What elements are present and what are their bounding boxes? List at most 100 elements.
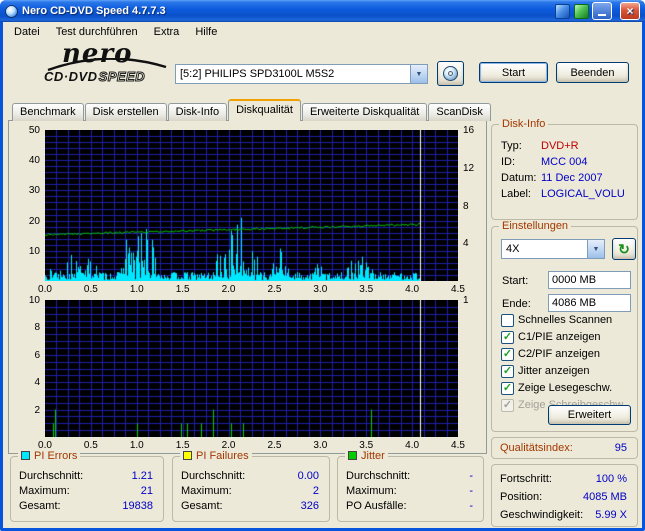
- axis-tick: 16: [463, 125, 475, 136]
- stat-value: 0.00: [297, 470, 319, 482]
- checkbox-c2-pif-anzeigen[interactable]: C2/PIF anzeigen: [501, 347, 600, 361]
- chevron-down-icon[interactable]: ▼: [410, 65, 427, 83]
- checkbox-icon: [501, 398, 514, 412]
- axis-tick: 4: [463, 238, 469, 250]
- axis-tick: 4.0: [405, 440, 420, 451]
- start-field[interactable]: 0000 MB: [548, 271, 631, 289]
- end-field[interactable]: 4086 MB: [548, 294, 631, 312]
- tab-disk-erstellen[interactable]: Disk erstellen: [84, 103, 167, 121]
- progress-box: Fortschritt: 100 % Position: 4085 MB Gesch…: [491, 464, 638, 527]
- drive-select[interactable]: [5:2] PHILIPS SPD3100L M5S2 ▼: [175, 64, 428, 84]
- pi-errors-box: PI Errors Durchschnitt: 1.21 Maximum: 21 G…: [10, 450, 164, 522]
- menu-hilfe[interactable]: Hilfe: [187, 24, 225, 40]
- stat-value: 326: [300, 500, 319, 512]
- checkbox-icon: [501, 347, 514, 361]
- close-button[interactable]: ×: [620, 2, 640, 20]
- axis-tick: 30: [28, 185, 40, 197]
- speed-value: 5.99 X: [595, 509, 627, 521]
- axis-tick: 10: [28, 295, 40, 306]
- jitter-title: Jitter: [361, 450, 385, 462]
- disk-info-label: Label:: [501, 188, 531, 200]
- pif-left-axis: 10 8 6 4 2: [12, 295, 42, 437]
- checkbox-zeige-lesegeschw[interactable]: Zeige Lesegeschw.: [501, 381, 612, 395]
- nero-logo: nero CD·DVDSPEED: [44, 41, 176, 94]
- progress-value: 100 %: [595, 473, 627, 485]
- stat-label: Maximum:: [346, 485, 397, 497]
- pif-chart-canvas: [45, 300, 458, 437]
- tab-benchmark[interactable]: Benchmark: [12, 103, 84, 121]
- disk-info-label: ID:: [501, 156, 516, 168]
- speed-select-value: 4X: [506, 243, 520, 255]
- tab-scandisk[interactable]: ScanDisk: [428, 103, 491, 121]
- checkbox-icon: [501, 381, 514, 395]
- refresh-button[interactable]: ↻: [612, 238, 636, 260]
- stat-label: Maximum:: [19, 485, 70, 497]
- minimize-icon: [598, 14, 606, 16]
- close-icon: ×: [626, 4, 634, 18]
- pie-left-axis: 50 40 30 20 10: [12, 125, 42, 281]
- speed-select[interactable]: 4X ▼: [501, 239, 605, 259]
- tab-disk-info[interactable]: Disk-Info: [167, 103, 228, 121]
- settings-title: Einstellungen: [499, 220, 572, 232]
- disk-date-value: 11 Dec 2007: [541, 172, 603, 184]
- pi-errors-swatch-icon: [21, 451, 30, 460]
- axis-tick: 2: [34, 404, 40, 416]
- checkbox-icon: [501, 364, 514, 378]
- tab-diskqualitaet[interactable]: Diskqualität: [228, 99, 301, 121]
- minimize-button[interactable]: [592, 2, 612, 20]
- axis-tick: 1.0: [129, 284, 144, 295]
- jitter-box: Jitter Durchschnitt: - Maximum: - PO Ausfä…: [337, 450, 484, 522]
- menu-extra[interactable]: Extra: [146, 24, 188, 40]
- checkbox-jitter-anzeigen[interactable]: Jitter anzeigen: [501, 364, 590, 378]
- axis-tick: 12: [463, 162, 475, 174]
- checkbox-schnelles-scannen[interactable]: Schnelles Scannen: [501, 313, 612, 327]
- stat-value: -: [469, 500, 473, 512]
- pi-failures-box: PI Failures Durchschnitt: 0.00 Maximum: 2 …: [172, 450, 330, 522]
- checkbox-c1-pie-anzeigen[interactable]: C1/PIE anzeigen: [501, 330, 601, 344]
- pif-right-axis: 1: [461, 295, 485, 437]
- axis-tick: 0.5: [83, 440, 98, 451]
- pie-right-axis: 16 12 8 4: [461, 125, 485, 281]
- settings-box: Einstellungen 4X ▼ ↻ Start: 0000 MB Ende…: [491, 220, 638, 432]
- pi-failures-swatch-icon: [183, 451, 192, 460]
- disk-info-label: Typ:: [501, 140, 522, 152]
- axis-tick: 0.5: [83, 284, 98, 295]
- disk-type-value: DVD+R: [541, 140, 579, 152]
- tabstrip: Benchmark Disk erstellen Disk-Info Diskq…: [12, 99, 492, 121]
- stat-label: Gesamt:: [181, 500, 223, 512]
- document-icon[interactable]: [555, 3, 570, 19]
- drive-tool-button[interactable]: [437, 61, 464, 86]
- advanced-button[interactable]: Erweitert: [548, 405, 631, 425]
- position-value: 4085 MB: [582, 491, 627, 503]
- axis-tick: 50: [28, 125, 40, 136]
- stat-value: 19838: [122, 500, 153, 512]
- pie-x-axis: 0.0 0.5 1.0 1.5 2.0 2.5 3.0 3.5 4.0 4.5: [38, 284, 465, 296]
- menu-datei[interactable]: Datei: [6, 24, 48, 40]
- app-window: Nero CD-DVD Speed 4.7.7.3 × Datei Test d…: [0, 0, 645, 531]
- pie-chart-canvas: [45, 130, 458, 281]
- axis-tick: 3.0: [313, 440, 328, 451]
- axis-tick: 3.0: [313, 284, 328, 295]
- checkbox-icon: [501, 330, 514, 344]
- axis-tick: 1.0: [129, 440, 144, 451]
- axis-tick: 4.0: [405, 284, 420, 295]
- quality-index-value: 95: [614, 442, 627, 454]
- titlebar[interactable]: Nero CD-DVD Speed 4.7.7.3 ×: [0, 0, 645, 22]
- axis-tick: 20: [28, 215, 40, 227]
- tab-erweiterte-diskqualitaet[interactable]: Erweiterte Diskqualität: [301, 103, 428, 121]
- axis-tick: 40: [28, 155, 40, 167]
- axis-tick: 2.5: [267, 440, 282, 451]
- menu-test-durchfuehren[interactable]: Test durchführen: [48, 24, 146, 40]
- chevron-down-icon[interactable]: ▼: [587, 240, 604, 258]
- logo-swoosh: [47, 58, 167, 72]
- start-button[interactable]: Start: [479, 62, 548, 83]
- quality-index-box: Qualitätsindex: 95: [491, 437, 638, 459]
- stat-label: Durchschnitt:: [19, 470, 84, 482]
- quit-button[interactable]: Beenden: [556, 62, 629, 83]
- end-field-label: Ende:: [502, 298, 531, 310]
- monitor-icon[interactable]: [574, 3, 589, 19]
- stat-value: 1.21: [131, 470, 153, 482]
- axis-tick: 3.5: [359, 284, 374, 295]
- checkbox-icon: [501, 313, 514, 327]
- disk-info-title: Disk-Info: [499, 118, 549, 130]
